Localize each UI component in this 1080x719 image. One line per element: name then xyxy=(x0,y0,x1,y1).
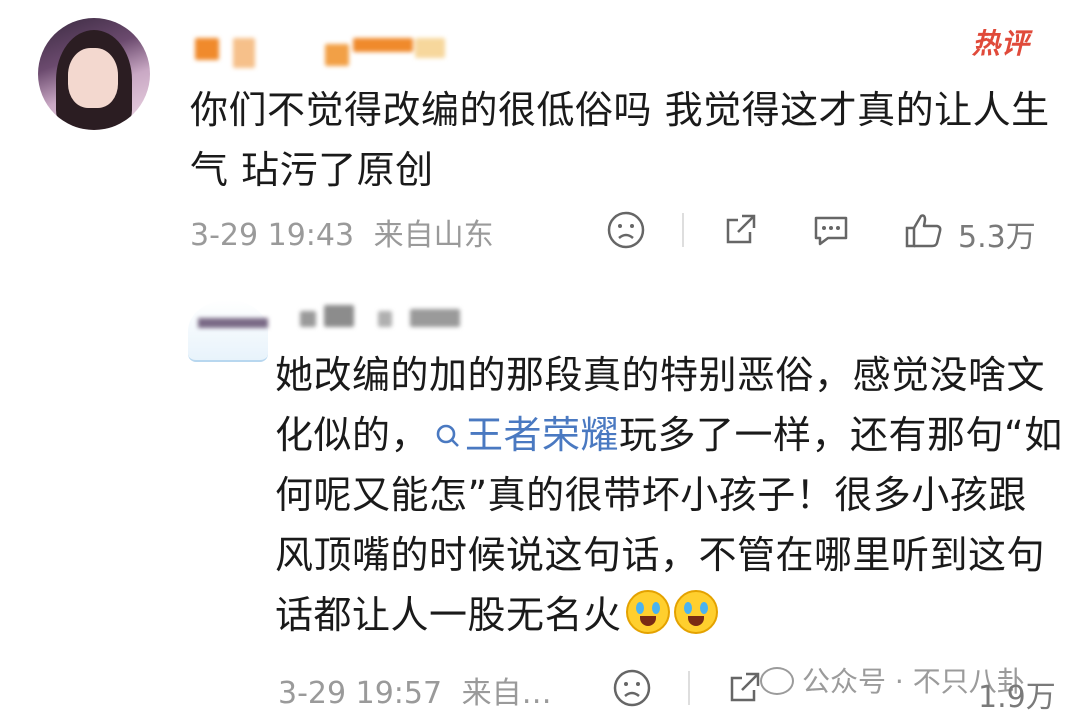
share-icon[interactable] xyxy=(724,668,764,708)
crying-laughing-emoji xyxy=(673,590,718,634)
sad-face-icon[interactable] xyxy=(612,668,652,708)
comment-icon[interactable] xyxy=(810,210,852,250)
username-redacted[interactable] xyxy=(195,30,455,70)
user-avatar[interactable] xyxy=(38,18,150,130)
reply-date: 3-29 19:57 xyxy=(278,676,443,711)
comment-date: 3-29 19:43 xyxy=(190,218,355,253)
thumbs-up-icon[interactable] xyxy=(903,210,945,250)
reply-like-count: 1.9万 xyxy=(978,680,1056,715)
reply-meta: 3-29 19:57 来自… xyxy=(278,668,552,712)
comment-meta: 3-29 19:43 来自山东 xyxy=(190,210,494,254)
comment-text: 你们不觉得改编的很低俗吗 我觉得这才真的让人生气 玷污了原创 xyxy=(190,88,1050,192)
reply-avatar-banner xyxy=(198,318,268,328)
comment-location: 来自山东 xyxy=(373,218,494,253)
like-count: 5.3万 xyxy=(958,220,1036,255)
share-icon[interactable] xyxy=(720,210,760,250)
reply-comment-text: 她改编的加的那段真的特别恶俗，感觉没啥文化似的， 王者荣耀玩多了一样，还有那句“如… xyxy=(275,345,1065,645)
topic-link[interactable]: 王者荣耀 xyxy=(429,413,619,457)
reply-username-redacted[interactable] xyxy=(300,305,470,331)
reply-user-avatar[interactable] xyxy=(188,300,268,362)
action-divider xyxy=(688,671,690,705)
sad-face-icon[interactable] xyxy=(606,210,646,250)
hot-comment-badge: 热评 xyxy=(972,27,1031,60)
wechat-icon xyxy=(760,667,794,695)
topic-label: 王者荣耀 xyxy=(465,413,620,457)
search-icon xyxy=(436,424,459,447)
crying-laughing-emoji xyxy=(625,590,670,634)
reply-location: 来自… xyxy=(461,676,552,711)
action-divider xyxy=(682,213,684,247)
